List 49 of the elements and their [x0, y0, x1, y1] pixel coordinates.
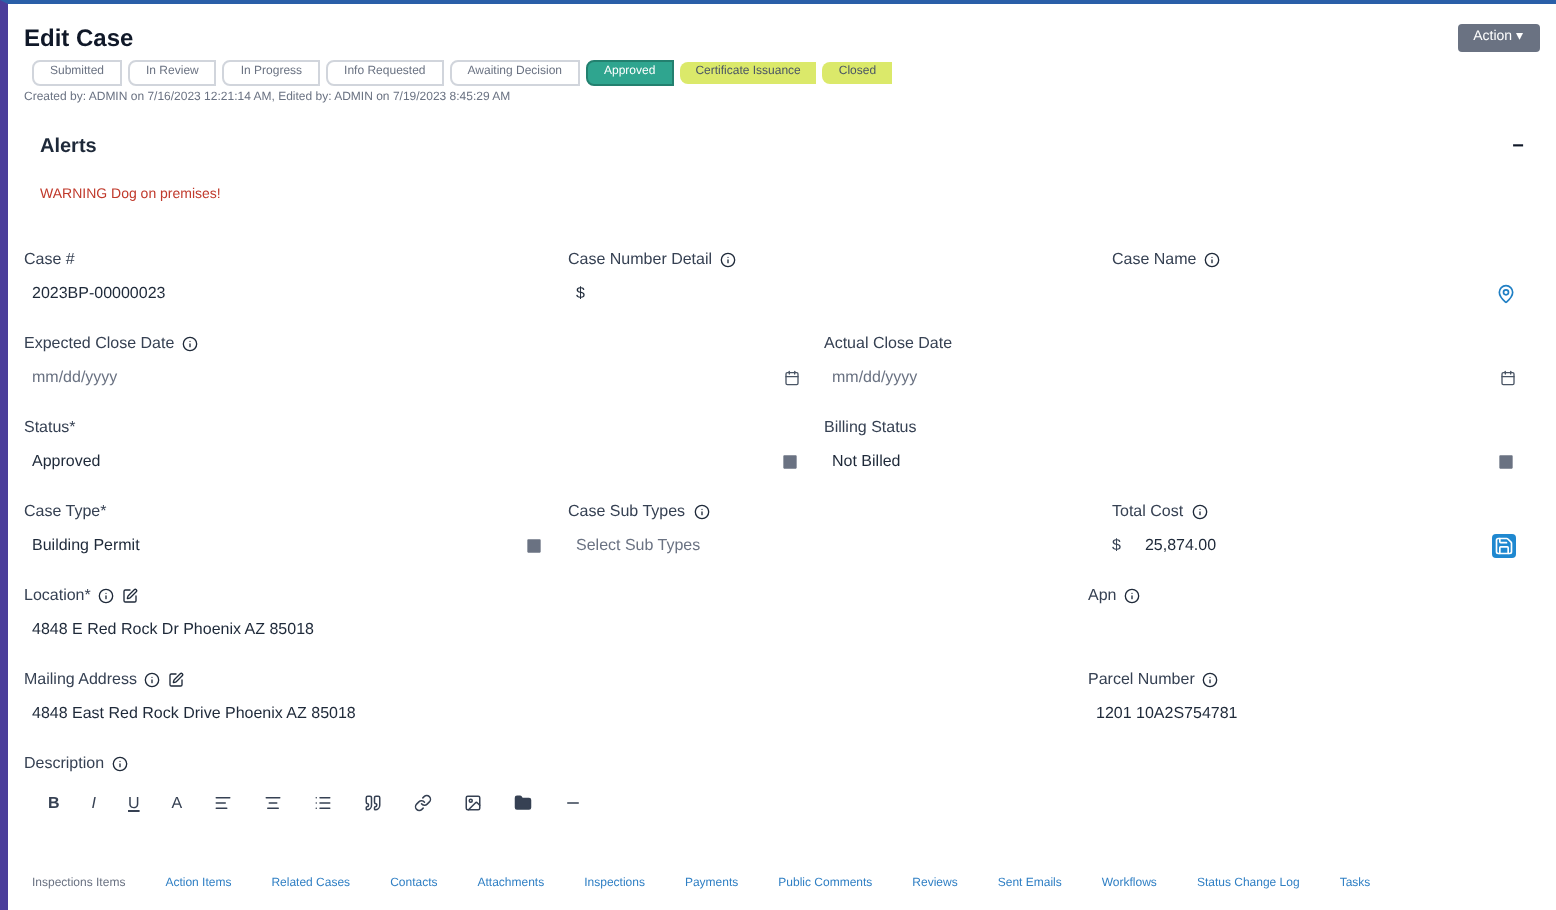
field-label: Case Name	[1112, 247, 1197, 271]
field-value: 4848 East Red Rock Drive Phoenix AZ 85018	[30, 701, 356, 725]
field-label: Location*	[24, 583, 91, 607]
calendar-icon[interactable]	[1500, 369, 1516, 385]
field-label: Status*	[24, 415, 76, 439]
field-label: Mailing Address	[24, 667, 137, 691]
input-field[interactable]: mm/dd/yyyy	[824, 365, 1064, 389]
format-button[interactable]: U	[128, 791, 140, 815]
edit-icon[interactable]	[168, 671, 185, 687]
field-label: Total Cost	[1112, 499, 1184, 523]
link-icon[interactable]	[414, 794, 433, 812]
field-label: Case #	[24, 247, 75, 271]
collapse-button[interactable]: −	[1512, 132, 1524, 162]
field-value: Not Billed	[830, 449, 901, 473]
list-icon[interactable]	[314, 794, 333, 812]
image-icon[interactable]	[464, 794, 483, 812]
field-label: Actual Close Date	[824, 331, 953, 355]
field-label: Apn	[1088, 583, 1117, 607]
format-button[interactable]: I	[91, 791, 97, 815]
format-button[interactable]: A	[171, 791, 183, 815]
input-field[interactable]: mm/dd/yyyy	[24, 365, 264, 389]
field-label: Case Sub Types	[568, 499, 686, 523]
field-label: Case Type*	[24, 499, 107, 523]
field-value: Building Permit	[30, 533, 140, 557]
input-field[interactable]: Select Sub Types	[568, 533, 808, 557]
folder-icon[interactable]	[514, 794, 533, 812]
field-value: 4848 E Red Rock Dr Phoenix AZ 85018	[30, 617, 314, 641]
field-value: $	[574, 281, 585, 305]
field-label: Parcel Number	[1088, 667, 1195, 691]
currency-symbol: $	[1112, 533, 1121, 557]
align-left-icon[interactable]	[214, 794, 233, 812]
calendar-icon[interactable]	[784, 369, 800, 385]
field-value: 2023BP-00000023	[30, 281, 166, 305]
field-label: Description	[24, 751, 105, 775]
field-value: Approved	[30, 449, 101, 473]
save-icon[interactable]	[1492, 533, 1516, 557]
field-label: Case Number Detail	[568, 247, 713, 271]
map-pin-icon[interactable]	[1496, 283, 1516, 303]
alerts-title: Alerts	[40, 134, 97, 162]
format-button[interactable]: B	[48, 791, 60, 815]
field-label: Expected Close Date	[24, 331, 175, 355]
page-title: Edit Case	[24, 22, 134, 56]
field-label: Billing Status	[824, 415, 917, 439]
edit-icon[interactable]	[122, 587, 139, 603]
align-center-icon[interactable]	[264, 794, 283, 812]
field-value: 1201 10A2S754781	[1094, 701, 1238, 725]
info-icon	[112, 755, 129, 771]
quote-icon[interactable]	[364, 794, 383, 812]
field-value: 25,874.00	[1142, 533, 1217, 557]
